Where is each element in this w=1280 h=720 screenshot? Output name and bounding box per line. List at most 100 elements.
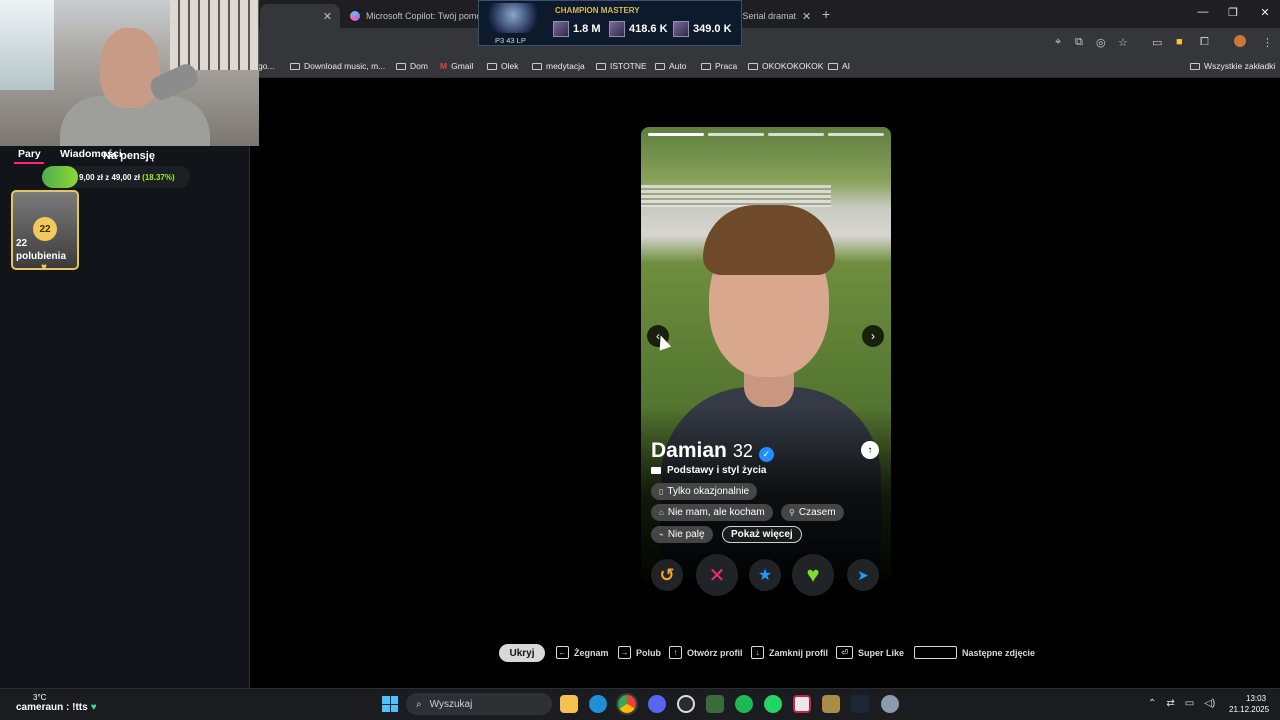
league-client-icon[interactable] [822, 695, 840, 713]
window-close-icon[interactable]: ✕ [1250, 6, 1280, 19]
profile-card[interactable]: ‹ › Damian 32 ✓ ↑ Podstawy i styl życia … [641, 127, 891, 579]
obs-icon[interactable] [677, 695, 695, 713]
windows-start-icon[interactable] [382, 696, 398, 712]
bookmark-label: Olek [501, 61, 519, 71]
minimize-icon[interactable]: — [1188, 6, 1218, 18]
mastery-stat: 418.6 K [609, 21, 668, 37]
champion-portrait-icon [673, 21, 689, 37]
taskbar-search[interactable]: ⌕ Wyszukaj [406, 693, 552, 715]
bookmark-item[interactable]: OKOKOKOKOK [748, 61, 823, 71]
tab-close-icon[interactable]: ✕ [323, 10, 332, 23]
cast-icon[interactable]: ▭ [1152, 36, 1162, 49]
bookmark-item[interactable]: ISTOTNE [596, 61, 647, 71]
next-photo-chevron-right-icon[interactable]: › [862, 325, 884, 347]
bookmark-item[interactable]: medytacja [532, 61, 585, 71]
shortcut-label: Otwórz profil [687, 647, 743, 658]
file-explorer-icon[interactable] [560, 695, 578, 713]
shortcut-label: Następne zdjęcie [962, 647, 1036, 658]
lifestyle-chip: ⌁ Nie palę [651, 526, 713, 543]
chrome-icon[interactable] [616, 693, 638, 715]
whatsapp-icon[interactable] [764, 695, 782, 713]
menu-kebab-icon[interactable]: ⋮ [1262, 36, 1273, 49]
star-icon[interactable]: ☆ [1118, 36, 1128, 49]
chevron-up-icon[interactable]: ⌃ [1148, 698, 1156, 709]
bookmark-item[interactable]: M Gmail [440, 61, 473, 71]
bookmark-label: Gmail [451, 61, 474, 71]
discord-icon[interactable] [648, 695, 666, 713]
star-icon: ★ [757, 567, 773, 584]
network-icon[interactable]: ⇄ [1166, 698, 1174, 709]
active-app-icon[interactable] [793, 695, 811, 713]
search-icon: ⌕ [416, 698, 422, 710]
bookmark-item[interactable]: go... [258, 61, 275, 71]
profile-avatar[interactable] [1234, 35, 1246, 47]
bookmark-label: Dom [410, 61, 428, 71]
bookmark-label: Praca [715, 61, 738, 71]
hide-shortcuts-button[interactable]: Ukryj [499, 644, 545, 662]
mastery-stat-value: 418.6 K [629, 23, 668, 35]
settings-gear-icon[interactable] [881, 695, 899, 713]
champion-portrait-icon [553, 21, 569, 37]
tab-close-icon[interactable]: ✕ [802, 10, 811, 23]
edge-icon[interactable] [589, 695, 607, 713]
mastery-title: CHAMPION MASTERY [555, 6, 640, 15]
like-button[interactable]: ♥ [792, 554, 834, 596]
clock-date[interactable]: 21.12.2025 [1229, 705, 1269, 714]
volume-icon[interactable]: ◁) [1204, 698, 1215, 709]
show-more-button[interactable]: Pokaż więcej [722, 526, 802, 543]
bookmark-item[interactable]: Auto [655, 61, 687, 71]
eye-off-icon[interactable]: ◎ [1096, 36, 1106, 49]
bookmark-item[interactable]: Praca [701, 61, 737, 71]
gmail-icon: M [440, 61, 448, 71]
folder-icon [701, 62, 711, 70]
gold-heart-icon: ♥ [41, 262, 47, 273]
new-tab-icon[interactable]: + [822, 6, 830, 22]
nope-button[interactable]: ✕ [696, 554, 738, 596]
stream-chat-message: cameraun : !tts ♥ [16, 702, 97, 713]
browser-tab-active[interactable]: ✕ [260, 4, 340, 28]
browser-tab-copilot[interactable]: Microsoft Copilot: Twój pomoc [342, 4, 482, 28]
page-icon [290, 62, 300, 70]
extensions-puzzle-icon[interactable]: ⧠ [1200, 36, 1209, 49]
spreadsheet-icon[interactable] [706, 695, 724, 713]
shortcut-hint: ⏎ Super Like [836, 646, 904, 659]
boost-button[interactable]: ➤ [847, 559, 879, 591]
extension-yellow-icon[interactable]: ■ [1176, 36, 1183, 48]
active-tab-indicator [14, 162, 44, 164]
steam-icon[interactable] [851, 695, 869, 713]
super-like-button[interactable]: ★ [749, 559, 781, 591]
tab-matches[interactable]: Pary [18, 148, 41, 160]
bookmark-label: AI [842, 61, 851, 71]
drink-icon: ▯ [659, 487, 664, 496]
install-icon[interactable]: ⧉ [1075, 36, 1083, 49]
windows-taskbar [0, 688, 1280, 720]
bookmark-item[interactable]: AI [828, 61, 850, 71]
bookmark-item[interactable]: Olek [487, 61, 518, 71]
workout-icon: ⚲ [789, 508, 795, 517]
chip-label: Nie palę [667, 529, 705, 540]
folder-icon [396, 62, 406, 70]
bookmark-label: medytacja [546, 61, 585, 71]
chip-label: Nie mam, ale kocham [667, 507, 765, 518]
profile-age: 32 [732, 441, 753, 461]
photo-progress-segment [768, 133, 824, 136]
weather-widget[interactable]: 3°C [33, 693, 46, 702]
mastery-stat-value: 1.8 M [573, 23, 601, 35]
green-heart-icon: ♥ [90, 702, 97, 713]
likes-badge: 22 [33, 217, 57, 241]
space-key-icon [914, 646, 957, 659]
system-tray: ⌃ ⇄ ▭ ◁) [1148, 698, 1215, 709]
spotify-icon[interactable] [735, 695, 753, 713]
expand-profile-arrow-up-icon[interactable]: ↑ [861, 441, 879, 459]
location-icon[interactable]: ⌖ [1055, 36, 1061, 49]
rewind-button[interactable]: ↺ [651, 559, 683, 591]
display-icon[interactable]: ▭ [1185, 698, 1194, 709]
pension-percent: (18.37%) [142, 173, 175, 182]
bookmark-item[interactable]: Download music, m... [290, 61, 385, 71]
clock-time[interactable]: 13:03 [1246, 694, 1266, 703]
all-bookmarks[interactable]: Wszystkie zakładki [1190, 61, 1275, 71]
bookmark-item[interactable]: Dom [396, 61, 428, 71]
mastery-stat-value: 349.0 K [693, 23, 732, 35]
photo-hair [703, 205, 835, 275]
restore-icon[interactable]: ❐ [1218, 6, 1248, 19]
